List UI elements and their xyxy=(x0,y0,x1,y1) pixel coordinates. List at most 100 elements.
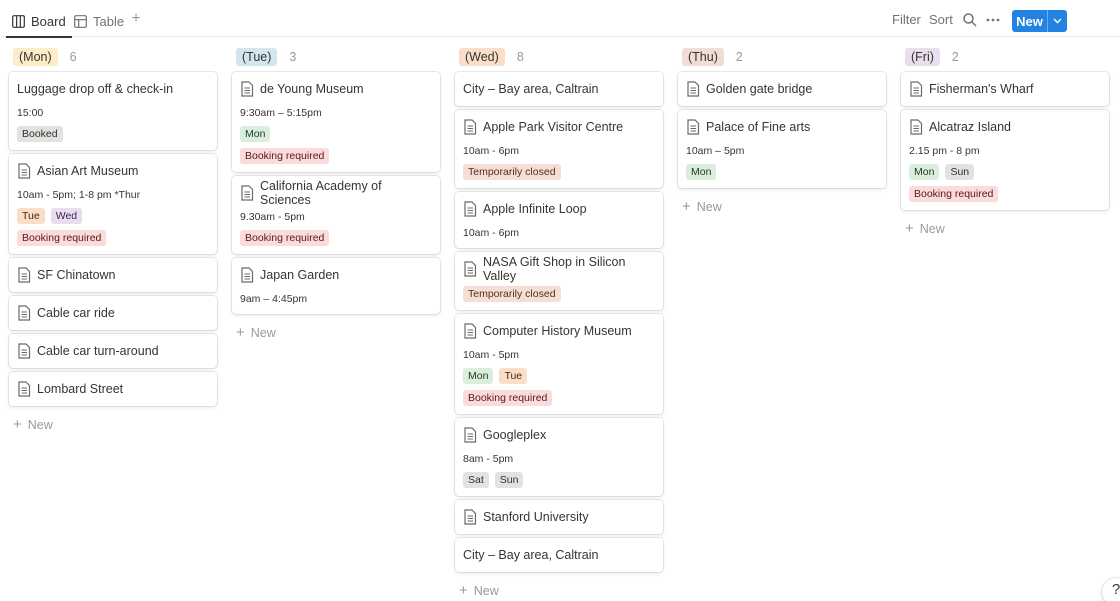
add-new-label: New xyxy=(27,417,53,432)
board-card[interactable]: Googleplex 8am - 5pm Sat Sun xyxy=(455,418,663,496)
sort-button[interactable]: Sort xyxy=(929,12,953,27)
add-view-icon[interactable]: + xyxy=(128,11,144,27)
view-toolbar: Board Table + Filter Sort New xyxy=(0,0,1120,38)
card-title-text: SF Chinatown xyxy=(37,268,116,282)
board-card[interactable]: Lombard Street xyxy=(9,372,217,406)
column-group-tag: (Fri) xyxy=(905,48,940,66)
plus-icon: + xyxy=(236,324,245,341)
card-title: California Academy of Sciences xyxy=(240,179,432,207)
board-card[interactable]: City – Bay area, Caltrain xyxy=(455,538,663,572)
card-tag: Booked xyxy=(17,126,63,142)
card-hours: 9am – 4:45pm xyxy=(240,293,308,305)
tab-table[interactable]: Table xyxy=(74,9,124,33)
page-icon xyxy=(17,343,31,359)
card-hours: 10am - 6pm xyxy=(463,145,520,157)
card-title-text: Golden gate bridge xyxy=(706,82,813,96)
card-title: Asian Art Museum xyxy=(17,162,209,180)
card-tag-row: Mon xyxy=(240,126,432,142)
card-title-text: de Young Museum xyxy=(260,82,364,96)
column-header[interactable]: (Fri) 2 xyxy=(901,46,1109,68)
tab-board[interactable]: Board xyxy=(6,9,72,38)
card-tag: Mon xyxy=(909,164,940,180)
card-tag: Sat xyxy=(463,472,489,488)
column-header[interactable]: (Tue) 3 xyxy=(232,46,440,68)
card-tag: Wed xyxy=(50,208,83,224)
card-title: Cable car turn-around xyxy=(17,342,209,360)
card-hours: 15:00 xyxy=(17,107,44,119)
card-title: Computer History Museum xyxy=(463,322,655,340)
card-tag-row: Booked xyxy=(17,126,209,142)
board-card[interactable]: California Academy of Sciences 9.30am - 5… xyxy=(232,176,440,254)
board-card[interactable]: Luggage drop off & check-in 15:00 Booked xyxy=(9,72,217,150)
board-card[interactable]: Alcatraz Island 2.15 pm - 8 pm Mon Sun Booki… xyxy=(901,110,1109,210)
page-icon xyxy=(909,81,923,97)
card-title: Apple Park Visitor Centre xyxy=(463,118,655,136)
card-tag-row: Booking required xyxy=(240,230,432,246)
add-new-card-button[interactable]: + New xyxy=(232,318,440,347)
card-tag: Temporarily closed xyxy=(463,286,561,302)
card-title: Luggage drop off & check-in xyxy=(17,80,209,98)
plus-icon: + xyxy=(682,198,691,215)
help-button[interactable]: ? xyxy=(1102,578,1120,601)
page-icon xyxy=(17,305,31,321)
board-column: (Wed) 8 City – Bay area, Caltrain Apple Par… xyxy=(455,46,663,601)
board-card[interactable]: Apple Park Visitor Centre 10am - 6pm Tempo… xyxy=(455,110,663,188)
board-card[interactable]: Stanford University xyxy=(455,500,663,534)
board-card[interactable]: Palace of Fine arts 10am – 5pm Mon xyxy=(678,110,886,188)
card-hours: 10am - 5pm; 1-8 pm *Thur xyxy=(17,189,141,201)
new-button[interactable]: New xyxy=(1012,10,1067,32)
page-icon xyxy=(17,163,31,179)
board-card[interactable]: Apple Infinite Loop 10am - 6pm xyxy=(455,192,663,248)
board-card[interactable]: Golden gate bridge xyxy=(678,72,886,106)
page-icon xyxy=(240,185,254,201)
column-group-tag: (Wed) xyxy=(459,48,505,66)
board-card[interactable]: Computer History Museum 10am - 5pm Mon Tue B… xyxy=(455,314,663,414)
column-header[interactable]: (Wed) 8 xyxy=(455,46,663,68)
chevron-down-icon[interactable] xyxy=(1048,18,1067,24)
card-title-text: Stanford University xyxy=(483,510,589,524)
board-card[interactable]: City – Bay area, Caltrain xyxy=(455,72,663,106)
card-title-text: Fisherman's Wharf xyxy=(929,82,1034,96)
card-tag: Booking required xyxy=(17,230,107,246)
more-options-icon[interactable] xyxy=(985,12,1001,28)
board-card[interactable]: Japan Garden 9am – 4:45pm xyxy=(232,258,440,314)
card-hours: 2.15 pm - 8 pm xyxy=(909,145,980,157)
table-icon xyxy=(74,14,87,28)
add-new-card-button[interactable]: + New xyxy=(901,214,1109,243)
card-tag: Booking required xyxy=(909,186,999,202)
card-tag-row: Mon Sun xyxy=(909,164,1101,180)
card-hours: 10am – 5pm xyxy=(686,145,745,157)
column-header[interactable]: (Thu) 2 xyxy=(678,46,886,68)
add-new-label: New xyxy=(919,221,945,236)
board-card[interactable]: Cable car turn-around xyxy=(9,334,217,368)
card-title: Palace of Fine arts xyxy=(686,118,878,136)
column-count: 2 xyxy=(735,50,743,64)
column-header[interactable]: (Mon) 6 xyxy=(9,46,217,68)
add-new-card-button[interactable]: + New xyxy=(678,192,886,221)
card-title-text: Apple Infinite Loop xyxy=(483,202,587,216)
card-title: City – Bay area, Caltrain xyxy=(463,80,655,98)
add-new-card-button[interactable]: + New xyxy=(9,410,217,439)
board-card[interactable]: SF Chinatown xyxy=(9,258,217,292)
board-card[interactable]: Cable car ride xyxy=(9,296,217,330)
card-tag: Booking required xyxy=(240,230,330,246)
add-new-label: New xyxy=(696,199,722,214)
add-new-label: New xyxy=(473,583,499,598)
search-icon[interactable] xyxy=(962,12,978,28)
card-hours: 8am - 5pm xyxy=(463,453,514,465)
card-title-text: Googleplex xyxy=(483,428,547,442)
card-title: Alcatraz Island xyxy=(909,118,1101,136)
board-card[interactable]: Fisherman's Wharf xyxy=(901,72,1109,106)
filter-button[interactable]: Filter xyxy=(892,12,921,27)
card-hours: 10am - 5pm xyxy=(463,349,520,361)
add-new-card-button[interactable]: + New xyxy=(455,576,663,601)
card-tag-row: Booking required xyxy=(240,148,432,164)
card-title: Cable car ride xyxy=(17,304,209,322)
board-card[interactable]: de Young Museum 9:30am – 5:15pm Mon Booking… xyxy=(232,72,440,172)
page-icon xyxy=(463,261,477,277)
board-card[interactable]: NASA Gift Shop in Silicon Valley Temporar… xyxy=(455,252,663,310)
board-card[interactable]: Asian Art Museum 10am - 5pm; 1-8 pm *Thur… xyxy=(9,154,217,254)
card-title: Lombard Street xyxy=(17,380,209,398)
page-icon xyxy=(240,81,254,97)
card-title-text: Japan Garden xyxy=(260,268,340,282)
